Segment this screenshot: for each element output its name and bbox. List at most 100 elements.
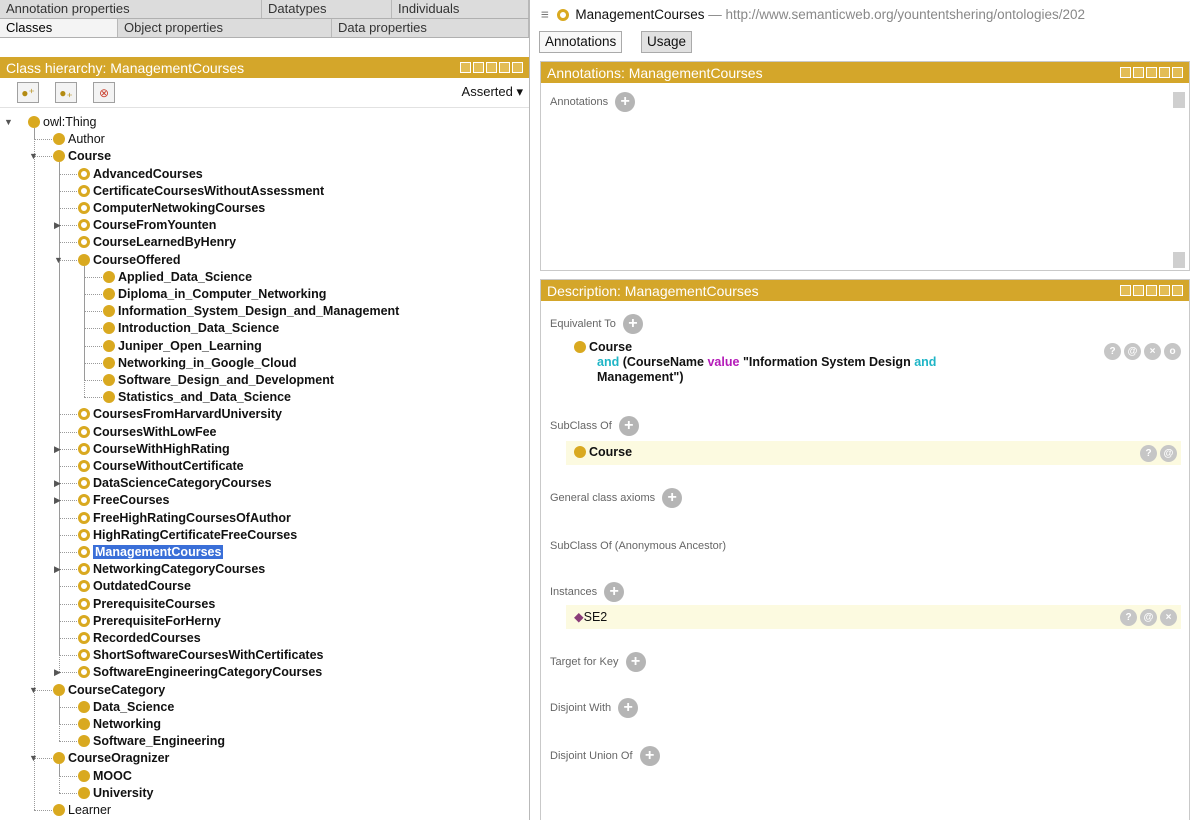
tree-node[interactable]: Networking_in_Google_Cloud: [103, 355, 297, 372]
tree-node[interactable]: FreeCourses: [78, 492, 169, 509]
tree-node[interactable]: CourseCategory: [53, 682, 165, 699]
tab-individuals[interactable]: Individuals: [392, 0, 529, 18]
help-icon[interactable]: [1120, 67, 1131, 78]
tree-node[interactable]: MOOC: [78, 768, 132, 785]
collapse-arrow-icon[interactable]: ▼: [29, 750, 38, 767]
tree-node[interactable]: SoftwareEngineeringCategoryCourses: [78, 664, 322, 681]
add-subclass-button[interactable]: ●⁺: [17, 82, 39, 103]
add-key-button[interactable]: +: [625, 652, 646, 673]
tab-datatypes[interactable]: Datatypes: [262, 0, 392, 18]
tree-node[interactable]: ManagementCourses: [78, 544, 224, 561]
asserted-dropdown[interactable]: Asserted ▾: [462, 84, 523, 100]
tree-node[interactable]: Introduction_Data_Science: [103, 320, 279, 337]
add-equivalent-button[interactable]: +: [622, 314, 643, 335]
menu-icon[interactable]: ≡: [541, 7, 549, 22]
tree-node[interactable]: Software_Design_and_Development: [103, 372, 334, 389]
tree-node[interactable]: University: [78, 785, 153, 802]
annotate-icon[interactable]: @: [1160, 445, 1177, 462]
expand-arrow-icon[interactable]: ▶: [54, 475, 61, 492]
split-icon[interactable]: [473, 62, 484, 73]
tree-node[interactable]: HighRatingCertificateFreeCourses: [78, 527, 297, 544]
tab-annotation-properties[interactable]: Annotation properties: [0, 0, 262, 18]
add-instance-button[interactable]: +: [604, 582, 625, 603]
annotate-icon[interactable]: @: [1140, 609, 1157, 626]
tree-node[interactable]: CourseLearnedByHenry: [78, 234, 236, 251]
minimize-icon[interactable]: [486, 62, 497, 73]
expand-arrow-icon[interactable]: ▶: [54, 492, 61, 509]
delete-icon[interactable]: ×: [1144, 343, 1161, 360]
expand-arrow-icon[interactable]: ▶: [54, 561, 61, 578]
add-annotation-button[interactable]: +: [615, 92, 636, 113]
tree-node[interactable]: Course: [53, 148, 111, 165]
tree-node[interactable]: owl:Thing: [28, 114, 97, 131]
tree-node[interactable]: AdvancedCourses: [78, 166, 203, 183]
help-icon[interactable]: [1120, 285, 1131, 296]
tree-node[interactable]: CourseOffered: [78, 252, 181, 269]
tree-node[interactable]: Information_System_Design_and_Management: [103, 303, 399, 320]
maximize-icon[interactable]: [1159, 67, 1170, 78]
tree-node[interactable]: Learner: [53, 802, 111, 819]
tab-usage[interactable]: Usage: [641, 31, 693, 53]
tree-node[interactable]: Data_Science: [78, 699, 174, 716]
tree-node[interactable]: Juniper_Open_Learning: [103, 338, 262, 355]
annotate-icon[interactable]: @: [1124, 343, 1141, 360]
tree-node[interactable]: ComputerNetwokingCourses: [78, 200, 265, 217]
split-icon[interactable]: [1133, 285, 1144, 296]
tree-node[interactable]: CourseWithoutCertificate: [78, 458, 244, 475]
collapse-arrow-icon[interactable]: ▼: [54, 252, 63, 269]
split-icon[interactable]: [1133, 67, 1144, 78]
tree-node[interactable]: Statistics_and_Data_Science: [103, 389, 291, 406]
minimize-icon[interactable]: [1146, 67, 1157, 78]
maximize-icon[interactable]: [499, 62, 510, 73]
tree-node[interactable]: NetworkingCategoryCourses: [78, 561, 265, 578]
expand-arrow-icon[interactable]: ▶: [54, 441, 61, 458]
tree-node[interactable]: CourseFromYounten: [78, 217, 216, 234]
equivalent-expression[interactable]: Course and (CourseName value "Informatio…: [574, 340, 1014, 385]
instance-row[interactable]: ◆SE2 ? @ ×: [566, 605, 1181, 629]
add-disjoint-union-button[interactable]: +: [639, 746, 660, 767]
tab-annotations[interactable]: Annotations: [539, 31, 623, 53]
edit-icon[interactable]: o: [1164, 343, 1181, 360]
tree-node[interactable]: FreeHighRatingCoursesOfAuthor: [78, 510, 291, 527]
collapse-arrow-icon[interactable]: ▼: [29, 682, 38, 699]
delete-icon[interactable]: ×: [1160, 609, 1177, 626]
add-general-axiom-button[interactable]: +: [662, 488, 683, 509]
collapse-arrow-icon[interactable]: ▼: [29, 148, 38, 165]
close-icon[interactable]: [1172, 285, 1183, 296]
tree-node[interactable]: Author: [53, 131, 105, 148]
tree-node[interactable]: PrerequisiteForHerny: [78, 613, 221, 630]
tree-node[interactable]: ShortSoftwareCoursesWithCertificates: [78, 647, 324, 664]
expand-arrow-icon[interactable]: ▶: [54, 664, 61, 681]
tab-classes[interactable]: Classes: [0, 19, 118, 37]
tree-node[interactable]: Software_Engineering: [78, 733, 225, 750]
maximize-icon[interactable]: [1159, 285, 1170, 296]
scrollbar-top[interactable]: [1173, 92, 1185, 108]
tree-node[interactable]: Diploma_in_Computer_Networking: [103, 286, 326, 303]
tree-node[interactable]: CertificateCoursesWithoutAssessment: [78, 183, 324, 200]
collapse-arrow-icon[interactable]: ▼: [4, 114, 13, 131]
tree-node[interactable]: Applied_Data_Science: [103, 269, 252, 286]
add-superclass-button[interactable]: +: [618, 416, 639, 437]
tree-node[interactable]: RecordedCourses: [78, 630, 201, 647]
tree-node[interactable]: CourseWithHighRating: [78, 441, 230, 458]
explain-icon[interactable]: ?: [1104, 343, 1121, 360]
tree-node[interactable]: CoursesWithLowFee: [78, 424, 217, 441]
tab-data-properties[interactable]: Data properties: [332, 19, 529, 37]
scrollbar-bottom[interactable]: [1173, 252, 1185, 268]
minimize-icon[interactable]: [1146, 285, 1157, 296]
expand-arrow-icon[interactable]: ▶: [54, 217, 61, 234]
tree-node[interactable]: Networking: [78, 716, 161, 733]
add-disjoint-button[interactable]: +: [618, 698, 639, 719]
tree-node[interactable]: CourseOragnizer: [53, 750, 169, 767]
tree-node[interactable]: PrerequisiteCourses: [78, 596, 215, 613]
close-icon[interactable]: [512, 62, 523, 73]
delete-class-button[interactable]: ⊗: [93, 82, 115, 103]
tab-object-properties[interactable]: Object properties: [118, 19, 332, 37]
explain-icon[interactable]: ?: [1140, 445, 1157, 462]
explain-icon[interactable]: ?: [1120, 609, 1137, 626]
help-icon[interactable]: [460, 62, 471, 73]
add-sibling-button[interactable]: ●₊: [55, 82, 77, 103]
tree-node[interactable]: DataScienceCategoryCourses: [78, 475, 272, 492]
close-icon[interactable]: [1172, 67, 1183, 78]
subclass-row[interactable]: Course ? @: [566, 441, 1181, 465]
